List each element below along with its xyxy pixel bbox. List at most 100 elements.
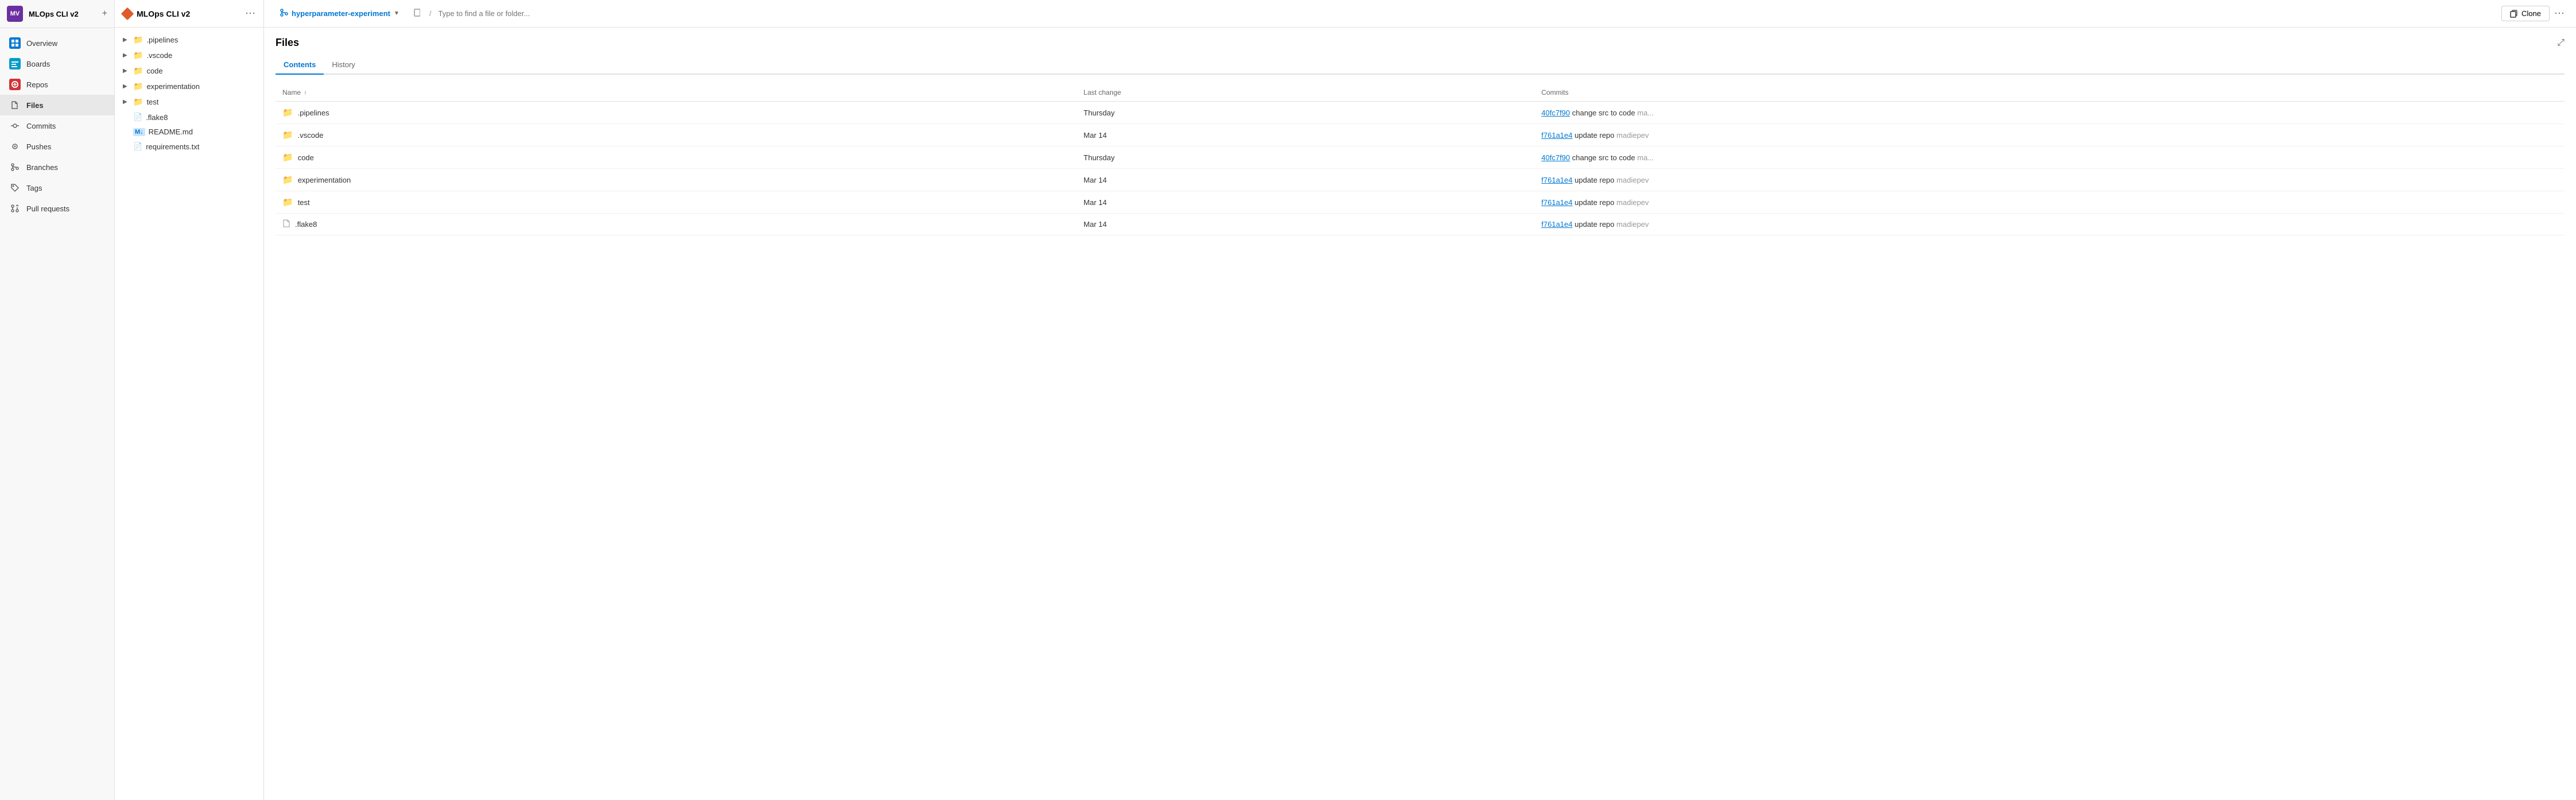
tags-icon bbox=[9, 182, 21, 194]
col-header-last-change: Last change bbox=[1077, 84, 1535, 102]
commit-message-text: update repo bbox=[1574, 220, 1614, 229]
col-header-name[interactable]: Name ↑ bbox=[276, 84, 1077, 102]
file-name[interactable]: test bbox=[298, 198, 310, 207]
tree-item-experimentation[interactable]: ▶ 📁 experimentation bbox=[115, 79, 263, 94]
folder-icon: 📁 bbox=[282, 130, 293, 140]
commit-hash-link[interactable]: f761a1e4 bbox=[1541, 198, 1572, 207]
tree-item-code[interactable]: ▶ 📁 code bbox=[115, 63, 263, 79]
file-icon bbox=[282, 219, 290, 229]
sidebar-item-repos[interactable]: Repos bbox=[0, 74, 114, 95]
cell-last-change: Mar 14 bbox=[1077, 124, 1535, 146]
commit-hash-link[interactable]: f761a1e4 bbox=[1541, 131, 1572, 140]
tree-item-requirements[interactable]: ▶ 📄 requirements.txt bbox=[115, 139, 263, 154]
overview-icon bbox=[9, 37, 21, 49]
tree-item-label: .flake8 bbox=[146, 113, 168, 122]
clone-button[interactable]: Clone bbox=[2501, 6, 2550, 21]
clone-icon bbox=[2510, 10, 2518, 18]
table-row: 📁 experimentation Mar 14 f761a1e4 update… bbox=[276, 169, 2565, 191]
branches-icon bbox=[9, 161, 21, 173]
chevron-right-icon: ▶ bbox=[123, 83, 130, 90]
commit-hash-link[interactable]: 40fc7f90 bbox=[1541, 153, 1570, 162]
file-name[interactable]: code bbox=[298, 153, 314, 162]
file-name[interactable]: .flake8 bbox=[295, 220, 317, 229]
commit-message-text: update repo bbox=[1574, 176, 1614, 184]
path-separator bbox=[411, 8, 420, 19]
col-name-label: Name bbox=[282, 88, 301, 96]
middle-more-button[interactable]: ⋯ bbox=[245, 7, 255, 20]
commit-author: madiepev bbox=[1616, 176, 1648, 184]
commit-message-text: update repo bbox=[1574, 198, 1614, 207]
col-header-commits: Commits bbox=[1534, 84, 2565, 102]
cell-commits: f761a1e4 update repo madiepev bbox=[1534, 191, 2565, 214]
folder-icon: 📁 bbox=[282, 197, 293, 207]
tree-item-test[interactable]: ▶ 📁 test bbox=[115, 94, 263, 110]
add-project-button[interactable]: + bbox=[102, 9, 107, 19]
files-area: Files ⤢ Contents History Name ↑ Last cha… bbox=[264, 28, 2576, 800]
app-title: MLOps CLI v2 bbox=[29, 10, 96, 18]
tree-item-label: .pipelines bbox=[146, 36, 178, 44]
cell-last-change: Thursday bbox=[1077, 146, 1535, 169]
branches-label: Branches bbox=[26, 163, 58, 172]
sidebar-item-commits[interactable]: Commits bbox=[0, 115, 114, 136]
tree-item-vscode[interactable]: ▶ 📁 .vscode bbox=[115, 48, 263, 63]
folder-icon: 📁 bbox=[282, 152, 293, 163]
commits-icon bbox=[9, 120, 21, 132]
cell-name: 📁 experimentation bbox=[276, 169, 1077, 191]
commit-hash-link[interactable]: f761a1e4 bbox=[1541, 176, 1572, 184]
md-icon: M↓ bbox=[133, 128, 145, 136]
folder-icon: 📁 bbox=[133, 97, 143, 107]
last-change-value: Mar 14 bbox=[1084, 176, 1107, 184]
cell-name: 📁 .vscode bbox=[276, 124, 1077, 146]
file-tabs: Contents History bbox=[276, 56, 2565, 75]
branch-selector[interactable]: hyperparameter-experiment ▼ bbox=[276, 6, 404, 21]
sidebar-item-overview[interactable]: Overview bbox=[0, 33, 114, 53]
tab-history[interactable]: History bbox=[324, 56, 363, 75]
file-name[interactable]: experimentation bbox=[298, 176, 351, 184]
main-more-button[interactable]: ⋯ bbox=[2554, 7, 2565, 20]
last-change-value: Mar 14 bbox=[1084, 131, 1107, 140]
left-nav: MV MLOps CLI v2 + Overview Boards Repos bbox=[0, 0, 115, 800]
tree-item-readme[interactable]: ▶ M↓ README.md bbox=[115, 125, 263, 139]
file-name[interactable]: .pipelines bbox=[298, 109, 329, 117]
main-content: hyperparameter-experiment ▼ / Clone ⋯ Fi… bbox=[264, 0, 2576, 800]
last-change-value: Mar 14 bbox=[1084, 220, 1107, 229]
sidebar-item-tags[interactable]: Tags bbox=[0, 177, 114, 198]
sidebar-item-pushes[interactable]: Pushes bbox=[0, 136, 114, 157]
repos-icon bbox=[9, 79, 21, 90]
expand-icon[interactable]: ⤢ bbox=[2557, 38, 2565, 48]
chevron-right-icon: ▶ bbox=[123, 99, 130, 105]
middle-project-title: MLOps CLI v2 bbox=[137, 9, 190, 18]
sidebar-item-files[interactable]: Files bbox=[0, 95, 114, 115]
commit-hash-link[interactable]: 40fc7f90 bbox=[1541, 109, 1570, 117]
main-actions: Clone ⋯ bbox=[2501, 6, 2565, 21]
chevron-right-icon: ▶ bbox=[123, 37, 130, 43]
cell-last-change: Thursday bbox=[1077, 102, 1535, 124]
cell-name: 📁 code bbox=[276, 146, 1077, 169]
cell-last-change: Mar 14 bbox=[1077, 169, 1535, 191]
tab-contents[interactable]: Contents bbox=[276, 56, 324, 75]
tree-item-flake8[interactable]: ▶ 📄 .flake8 bbox=[115, 110, 263, 125]
cell-name: 📁 .pipelines bbox=[276, 102, 1077, 124]
file-name[interactable]: .vscode bbox=[298, 131, 324, 140]
sidebar-item-branches[interactable]: Branches bbox=[0, 157, 114, 177]
boards-label: Boards bbox=[26, 60, 50, 68]
commit-message-text: update repo bbox=[1574, 131, 1614, 140]
tree-item-label: requirements.txt bbox=[146, 142, 199, 151]
sidebar-item-boards[interactable]: Boards bbox=[0, 53, 114, 74]
tree-item-pipelines[interactable]: ▶ 📁 .pipelines bbox=[115, 32, 263, 48]
tree-item-label: code bbox=[146, 67, 162, 75]
table-row: 📁 test Mar 14 f761a1e4 update repo madie… bbox=[276, 191, 2565, 214]
sidebar-item-pull-requests[interactable]: Pull requests bbox=[0, 198, 114, 219]
last-change-value: Thursday bbox=[1084, 109, 1115, 117]
middle-title: MLOps CLI v2 bbox=[123, 9, 190, 18]
file-icon: 📄 bbox=[133, 142, 142, 151]
commit-hash-link[interactable]: f761a1e4 bbox=[1541, 220, 1572, 229]
path-input[interactable] bbox=[439, 9, 2497, 18]
files-title: Files bbox=[276, 37, 299, 49]
pull-requests-label: Pull requests bbox=[26, 204, 69, 213]
file-tree: ▶ 📁 .pipelines ▶ 📁 .vscode ▶ 📁 code ▶ 📁 … bbox=[115, 28, 263, 159]
commit-author: ma... bbox=[1637, 109, 1654, 117]
files-label: Files bbox=[26, 101, 44, 110]
chevron-right-icon: ▶ bbox=[123, 52, 130, 59]
nav-items: Overview Boards Repos Files Commits bbox=[0, 28, 114, 223]
